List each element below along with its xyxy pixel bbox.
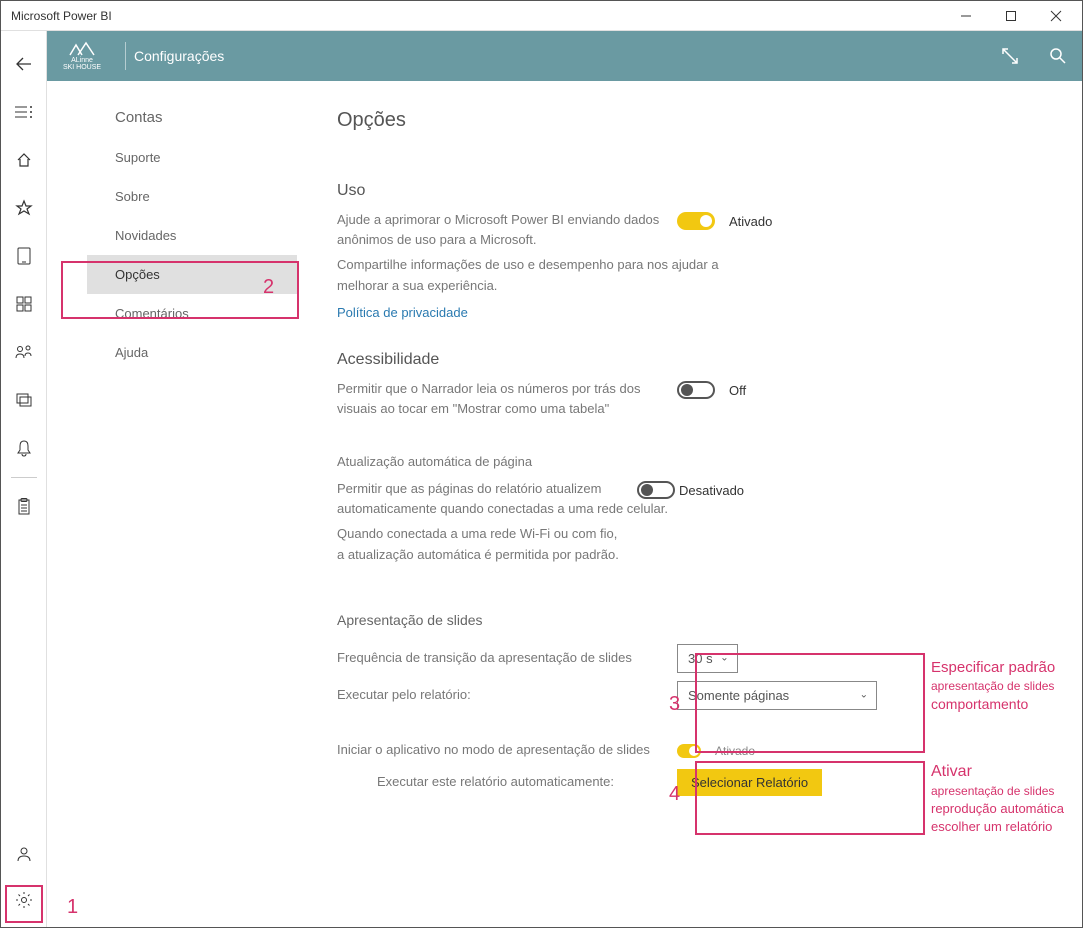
- favorites-icon[interactable]: [1, 185, 47, 231]
- privacy-link[interactable]: Política de privacidade: [337, 305, 468, 320]
- annotation-number-3: 3: [669, 693, 680, 716]
- clipboard-icon[interactable]: [1, 484, 47, 530]
- accessibility-state: Off: [729, 383, 746, 398]
- page-title: Opções: [337, 109, 1082, 132]
- autorefresh-toggle[interactable]: [637, 481, 675, 499]
- sidenav-item-about[interactable]: Sobre: [87, 177, 297, 216]
- window-maximize-button[interactable]: [988, 1, 1033, 31]
- annotation-text-3: Especificar padrão apresentação de slide…: [931, 657, 1055, 714]
- usage-note: Compartilhe informações de uso e desempe…: [337, 255, 737, 297]
- slideshow-autorun-label: Executar este relatório automaticamente:: [337, 772, 677, 792]
- settings-sidenav: Contas Suporte Sobre Novidades Opções Co…: [47, 109, 297, 927]
- breadcrumb: Configurações: [134, 48, 224, 64]
- slideshow-start-label: Iniciar o aplicativo no modo de apresent…: [337, 740, 677, 760]
- shared-icon[interactable]: [1, 329, 47, 375]
- annotation-number-1: 1: [67, 896, 78, 919]
- usage-toggle[interactable]: [677, 212, 715, 230]
- search-button[interactable]: [1034, 31, 1082, 81]
- app-header: ALinne SKI HOUSE Configurações: [47, 31, 1082, 81]
- section-usage-title: Uso: [337, 182, 1082, 200]
- usage-label: Ajude a aprimorar o Microsoft Power BI e…: [337, 210, 677, 249]
- window-titlebar: Microsoft Power BI: [1, 1, 1082, 31]
- accessibility-label: Permitir que o Narrador leia os números …: [337, 379, 677, 418]
- annotation-number-4: 4: [669, 783, 680, 806]
- back-button[interactable]: [1, 41, 47, 87]
- menu-icon[interactable]: [1, 89, 47, 135]
- workspace-icon[interactable]: [1, 377, 47, 423]
- annotation-text-4: Ativar apresentação de slides reprodução…: [931, 761, 1064, 837]
- device-icon[interactable]: [1, 233, 47, 279]
- section-slideshow-title: Apresentação de slides: [337, 612, 1082, 628]
- slideshow-run-label: Executar pelo relatório:: [337, 685, 677, 705]
- app-title: Microsoft Power BI: [11, 9, 943, 23]
- window-close-button[interactable]: [1033, 1, 1078, 31]
- notifications-icon[interactable]: [1, 425, 47, 471]
- slideshow-freq-label: Frequência de transição da apresentação …: [337, 648, 677, 668]
- autorefresh-state: Desativado: [679, 483, 744, 498]
- annotation-number-2: 2: [263, 276, 274, 299]
- nav-rail: [1, 31, 47, 927]
- window-minimize-button[interactable]: [943, 1, 988, 31]
- accessibility-toggle[interactable]: [677, 381, 715, 399]
- section-autorefresh-title: Atualização automática de página: [337, 454, 1082, 469]
- sidenav-item-whatsnew[interactable]: Novidades: [87, 216, 297, 255]
- sidenav-item-help[interactable]: Ajuda: [87, 333, 297, 372]
- fullscreen-button[interactable]: [986, 31, 1034, 81]
- account-icon[interactable]: [1, 831, 47, 877]
- sidenav-item-support[interactable]: Suporte: [87, 138, 297, 177]
- annotation-box-4: [695, 761, 925, 835]
- annotation-box-3: [695, 653, 925, 753]
- apps-icon[interactable]: [1, 281, 47, 327]
- app-logo: ALinne SKI HOUSE: [47, 41, 117, 71]
- home-icon[interactable]: [1, 137, 47, 183]
- sidenav-heading: Contas: [115, 109, 297, 126]
- section-accessibility-title: Acessibilidade: [337, 351, 1082, 369]
- annotation-box-1: [5, 885, 43, 923]
- autorefresh-label: Permitir que as páginas do relatório atu…: [337, 479, 677, 518]
- usage-state: Ativado: [729, 214, 772, 229]
